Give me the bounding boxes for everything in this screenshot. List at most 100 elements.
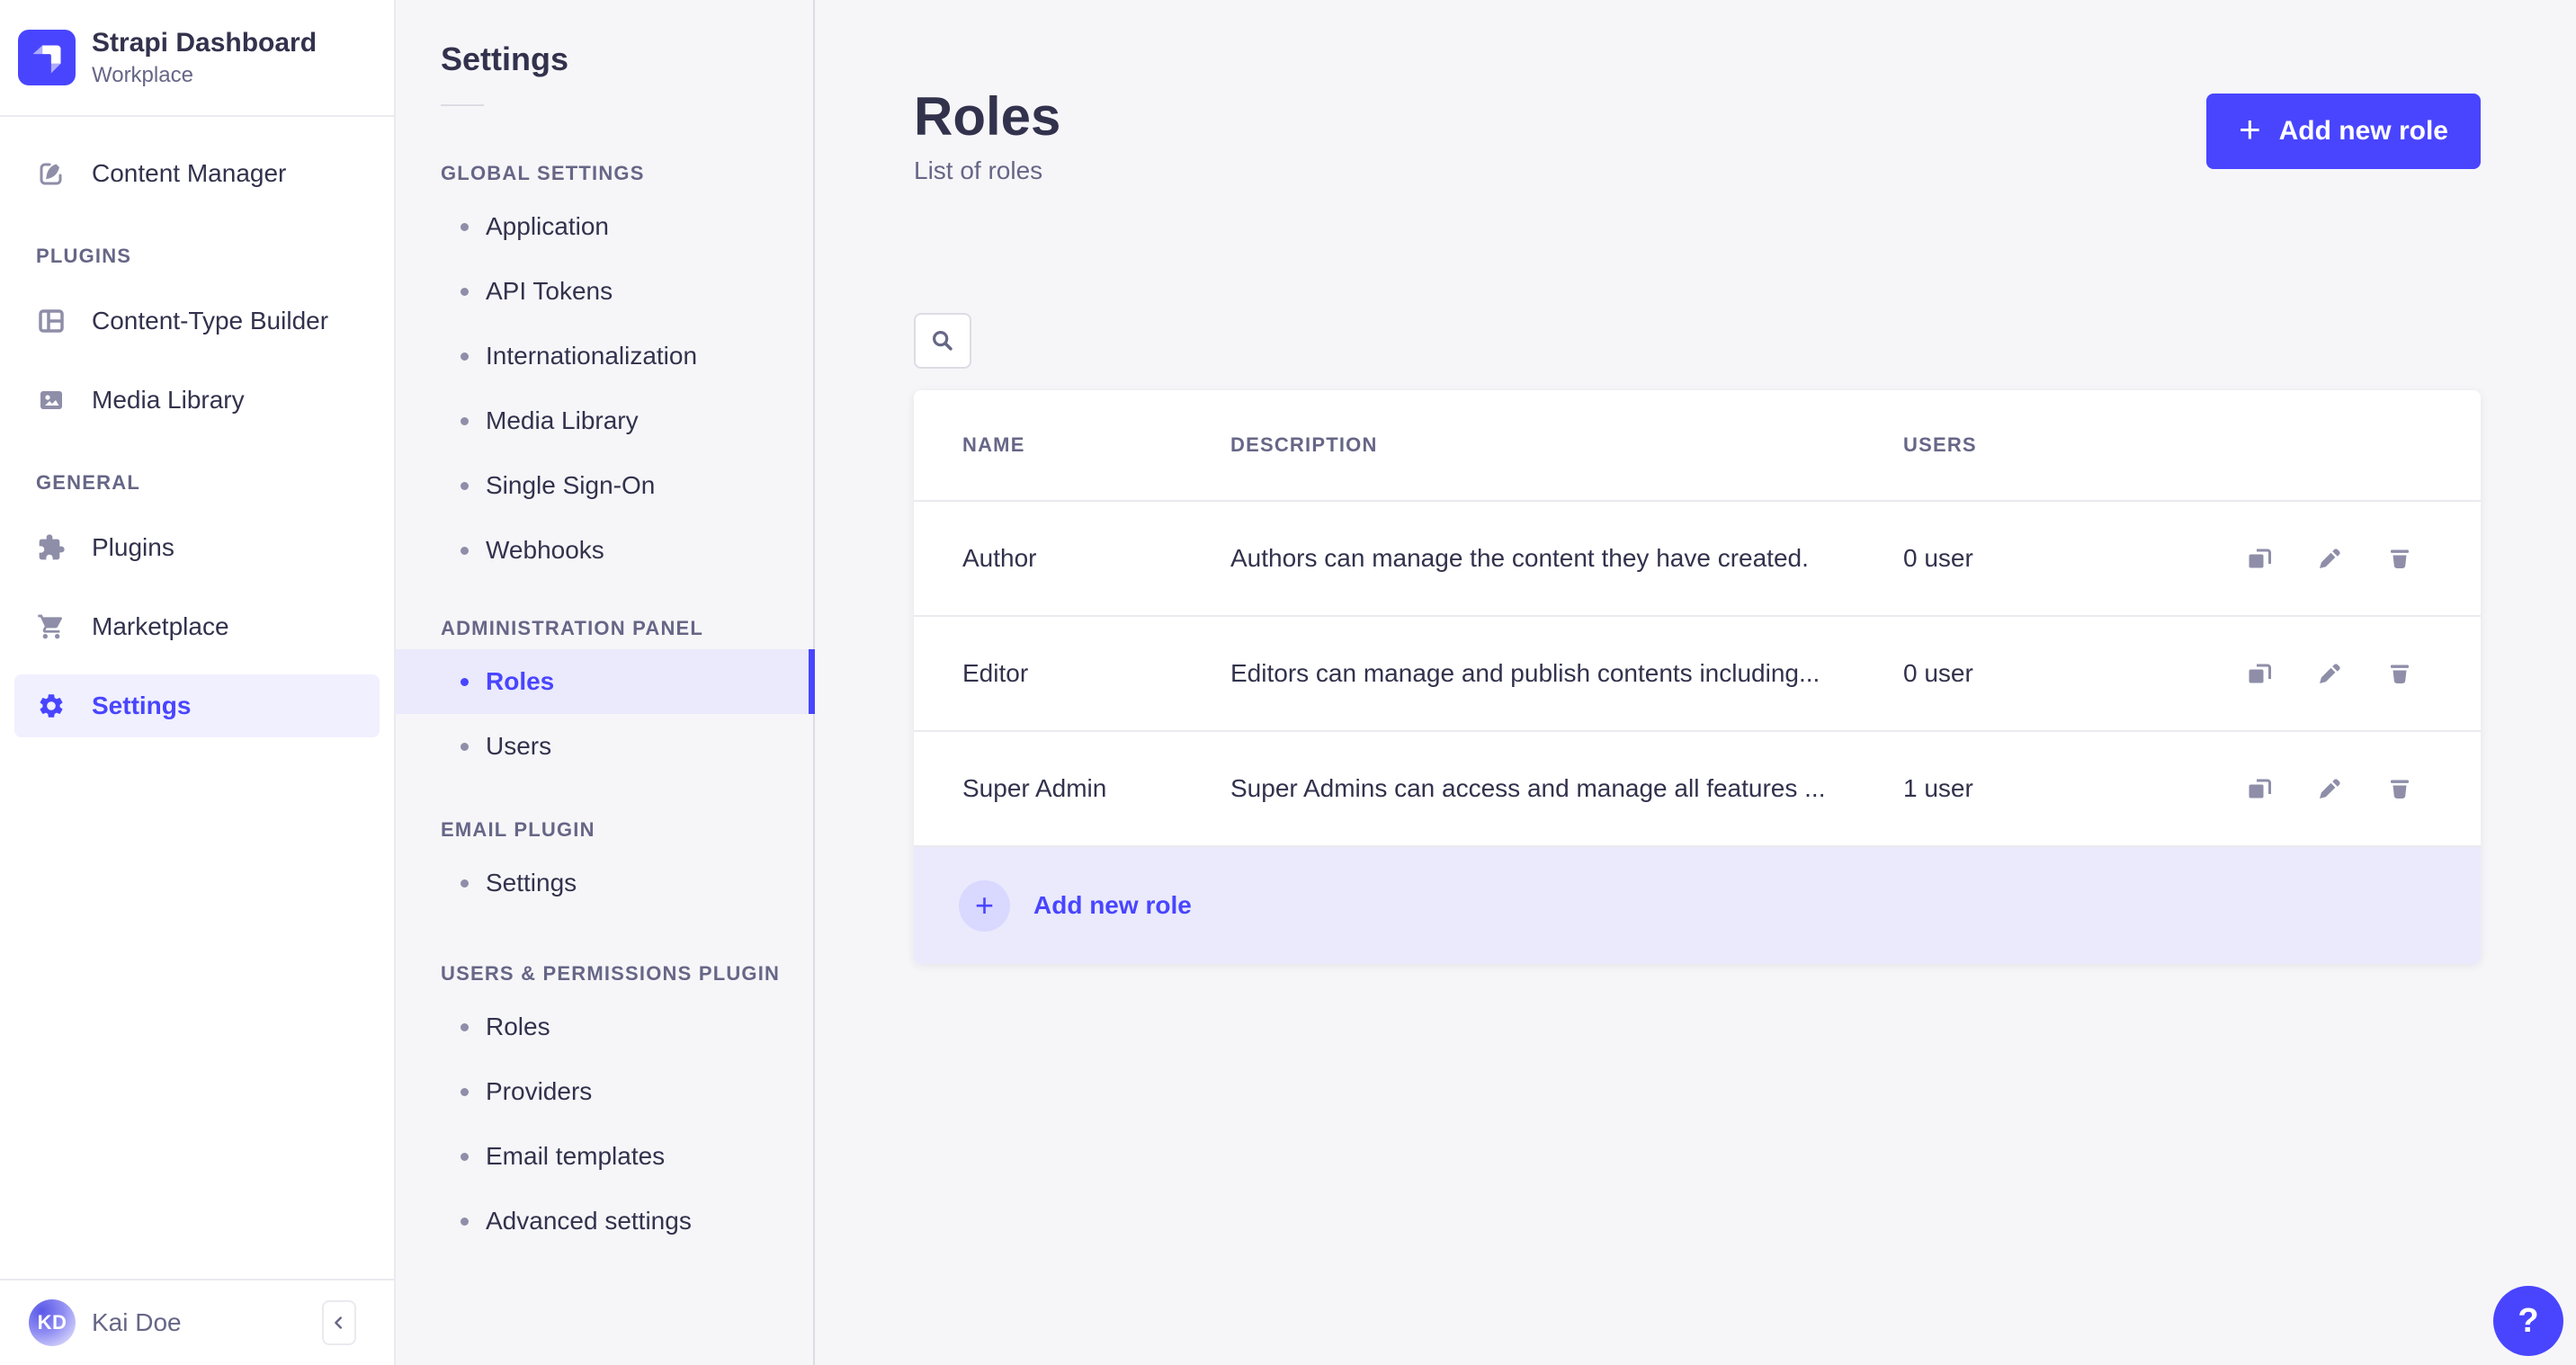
duplicate-role-button[interactable] — [2243, 542, 2276, 575]
avatar-initials: KD — [37, 1311, 67, 1334]
sidebar-item-content-type-builder[interactable]: Content-Type Builder — [14, 290, 380, 352]
sidebar-item-plugins[interactable]: Plugins — [14, 516, 380, 579]
cart-icon — [36, 611, 67, 642]
sidebar-item-content-manager[interactable]: Content Manager — [14, 142, 380, 205]
subnav-item-single-sign-on[interactable]: Single Sign-On — [396, 453, 813, 518]
edit-role-button[interactable] — [2313, 772, 2346, 805]
delete-role-button[interactable] — [2384, 542, 2416, 575]
roles-table: NAME DESCRIPTION USERS Author Authors ca… — [914, 390, 2481, 964]
page-title-block: Roles List of roles — [914, 86, 1060, 185]
user-profile-area[interactable]: KD Kai Doe — [0, 1279, 394, 1365]
subnav-item-api-tokens[interactable]: API Tokens — [396, 259, 813, 324]
sidebar-item-label: Content Manager — [92, 159, 287, 187]
gear-icon — [36, 691, 67, 721]
page-subtitle: List of roles — [914, 156, 1043, 184]
bullet-icon — [461, 481, 469, 490]
subnav-item-application[interactable]: Application — [396, 194, 813, 259]
subnav-item-up-roles[interactable]: Roles — [396, 995, 813, 1059]
row-actions — [2225, 772, 2416, 805]
plus-icon: + — [2239, 108, 2261, 150]
subnav-section-label: GLOBAL SETTINGS — [441, 162, 645, 184]
subnav-item-email-settings[interactable]: Settings — [396, 851, 813, 915]
subnav-item-up-email-templates[interactable]: Email templates — [396, 1124, 813, 1189]
role-name: Editor — [962, 659, 1029, 687]
main-sidebar: Strapi Dashboard Workplace Content Manag… — [0, 0, 396, 1365]
subnav-item-up-providers[interactable]: Providers — [396, 1059, 813, 1124]
bullet-icon — [461, 352, 469, 361]
bullet-icon — [461, 1087, 469, 1096]
column-header-users: USERS — [1903, 433, 1977, 456]
bullet-icon — [461, 1217, 469, 1226]
search-button[interactable] — [914, 313, 971, 369]
subnav-item-admin-users[interactable]: Users — [396, 714, 813, 779]
sidebar-item-marketplace[interactable]: Marketplace — [14, 595, 380, 658]
divider — [441, 104, 484, 106]
subnav-item-up-advanced-settings[interactable]: Advanced settings — [396, 1189, 813, 1253]
duplicate-role-button[interactable] — [2243, 657, 2276, 690]
add-new-role-button[interactable]: + Add new role — [2206, 94, 2481, 169]
bullet-icon — [461, 546, 469, 555]
sidebar-item-label: Marketplace — [92, 612, 229, 640]
bullet-icon — [461, 677, 469, 686]
brand-name: Strapi Dashboard — [92, 28, 318, 58]
sidebar-section-general: GENERAL — [36, 471, 140, 494]
sidebar-nav: Content Manager PLUGINS Content-Type Bui… — [0, 117, 394, 1279]
table-row[interactable]: Super Admin Super Admins can access and … — [914, 730, 2481, 845]
subnav-item-internationalization[interactable]: Internationalization — [396, 324, 813, 388]
bullet-icon — [461, 222, 469, 231]
role-description: Authors can manage the content they have… — [1230, 544, 1809, 572]
sidebar-item-label: Content-Type Builder — [92, 307, 329, 335]
role-description: Super Admins can access and manage all f… — [1230, 774, 1826, 802]
content-type-builder-icon — [36, 306, 67, 336]
main-content: Roles List of roles + Add new role NAME … — [815, 0, 2576, 1365]
strapi-admin-app: Strapi Dashboard Workplace Content Manag… — [0, 0, 2576, 1365]
table-row[interactable]: Author Authors can manage the content th… — [914, 500, 2481, 615]
bullet-icon — [461, 742, 469, 751]
role-description: Editors can manage and publish contents … — [1230, 659, 1820, 687]
bullet-icon — [461, 287, 469, 296]
sidebar-item-media-library[interactable]: Media Library — [14, 369, 380, 432]
subnav-section-label: USERS & PERMISSIONS PLUGIN — [441, 962, 781, 985]
role-users-count: 0 user — [1903, 659, 1973, 687]
sidebar-section-plugins: PLUGINS — [36, 245, 132, 267]
table-row[interactable]: Editor Editors can manage and publish co… — [914, 615, 2481, 730]
row-actions — [2225, 542, 2416, 575]
subnav-section-label: EMAIL PLUGIN — [441, 818, 595, 841]
subnav-section-label: ADMINISTRATION PANEL — [441, 617, 704, 639]
settings-subnav: Settings GLOBAL SETTINGS Application API… — [396, 0, 815, 1365]
page-header: Roles List of roles + Add new role — [914, 0, 2481, 185]
subnav-item-webhooks[interactable]: Webhooks — [396, 518, 813, 583]
delete-role-button[interactable] — [2384, 657, 2416, 690]
strapi-logo-icon — [18, 30, 76, 85]
workspace-switcher[interactable]: Strapi Dashboard Workplace — [0, 0, 394, 117]
sidebar-item-label: Plugins — [92, 533, 174, 561]
role-users-count: 0 user — [1903, 544, 1973, 572]
sidebar-item-label: Settings — [92, 691, 192, 719]
duplicate-role-button[interactable] — [2243, 772, 2276, 805]
table-header-row: NAME DESCRIPTION USERS — [914, 390, 2481, 500]
edit-role-button[interactable] — [2313, 657, 2346, 690]
user-name: Kai Doe — [92, 1308, 182, 1336]
subnav-item-admin-roles[interactable]: Roles — [396, 649, 815, 714]
row-actions — [2225, 657, 2416, 690]
subnav-item-media-library[interactable]: Media Library — [396, 388, 813, 453]
table-add-new-role-row[interactable]: + Add new role — [914, 845, 2481, 964]
subnav-section-global-settings: GLOBAL SETTINGS Application API Tokens I… — [396, 162, 813, 583]
role-users-count: 1 user — [1903, 774, 1973, 802]
plus-circle-icon: + — [959, 879, 1010, 932]
sidebar-item-settings[interactable]: Settings — [14, 674, 380, 737]
collapse-sidebar-button[interactable] — [322, 1300, 356, 1345]
help-button[interactable]: ? — [2493, 1286, 2563, 1356]
brand-text: Strapi Dashboard Workplace — [92, 27, 317, 88]
edit-role-button[interactable] — [2313, 542, 2346, 575]
question-mark-icon: ? — [2518, 1301, 2539, 1340]
search-icon — [929, 327, 956, 354]
delete-role-button[interactable] — [2384, 772, 2416, 805]
media-library-icon — [36, 385, 67, 415]
chevron-left-icon — [329, 1313, 349, 1333]
bullet-icon — [461, 879, 469, 888]
workspace-name: Workplace — [92, 63, 193, 87]
bullet-icon — [461, 1022, 469, 1031]
bullet-icon — [461, 1152, 469, 1161]
sidebar-item-label: Media Library — [92, 386, 245, 414]
